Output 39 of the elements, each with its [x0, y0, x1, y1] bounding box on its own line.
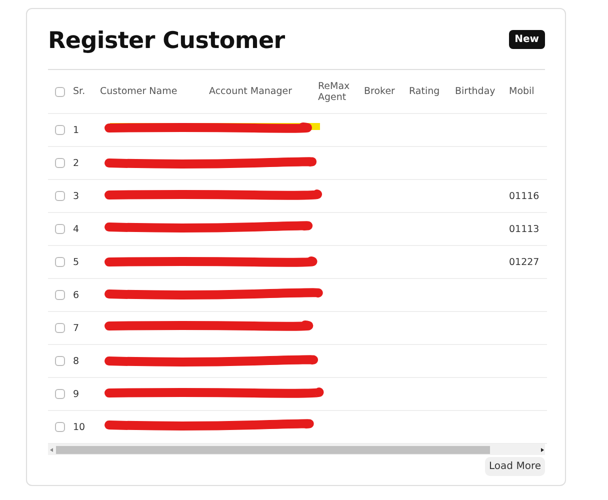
serial-number: 5 [73, 256, 80, 268]
checkbox[interactable] [55, 224, 65, 234]
scroll-left-icon[interactable] [48, 446, 56, 452]
checkbox[interactable] [55, 257, 65, 267]
checkbox[interactable] [55, 125, 65, 135]
column-header: ReMax Agent [318, 81, 351, 103]
column-header: Sr. [73, 86, 86, 97]
column-header: Customer Name [100, 86, 178, 97]
serial-number: 3 [73, 190, 80, 202]
column-header: Mobil [509, 86, 534, 97]
checkbox[interactable] [55, 389, 65, 399]
serial-number: 7 [73, 322, 80, 334]
checkbox[interactable] [55, 86, 65, 96]
horizontal-scrollbar[interactable] [48, 444, 545, 455]
column-header: Birthday [455, 86, 496, 97]
scroll-right-icon[interactable] [539, 446, 545, 452]
serial-number: 2 [73, 158, 80, 168]
checkbox[interactable] [55, 191, 65, 201]
column-header: Account Manager [209, 86, 292, 97]
checkbox[interactable] [55, 290, 65, 300]
page-title: Register Customer [48, 27, 285, 54]
checkbox[interactable] [55, 158, 65, 168]
column-header: Rating [409, 86, 440, 97]
serial-number: 10 [73, 422, 86, 432]
checkbox[interactable] [55, 422, 65, 432]
new-button[interactable]: New [508, 30, 545, 48]
mobile-number: 01113 [509, 224, 540, 234]
serial-number: 1 [73, 124, 80, 136]
serial-number: 8 [73, 356, 80, 366]
mobile-number: 01227 [509, 256, 540, 268]
serial-number: 4 [73, 224, 80, 234]
checkbox[interactable] [55, 356, 65, 366]
column-header: Broker [364, 86, 395, 97]
checkbox[interactable] [55, 323, 65, 333]
scrollbar-thumb[interactable] [56, 446, 490, 454]
load-more-button[interactable]: Load More [485, 457, 545, 476]
serial-number: 9 [73, 388, 80, 400]
mobile-number: 01116 [509, 190, 540, 202]
serial-number: 6 [73, 290, 80, 300]
